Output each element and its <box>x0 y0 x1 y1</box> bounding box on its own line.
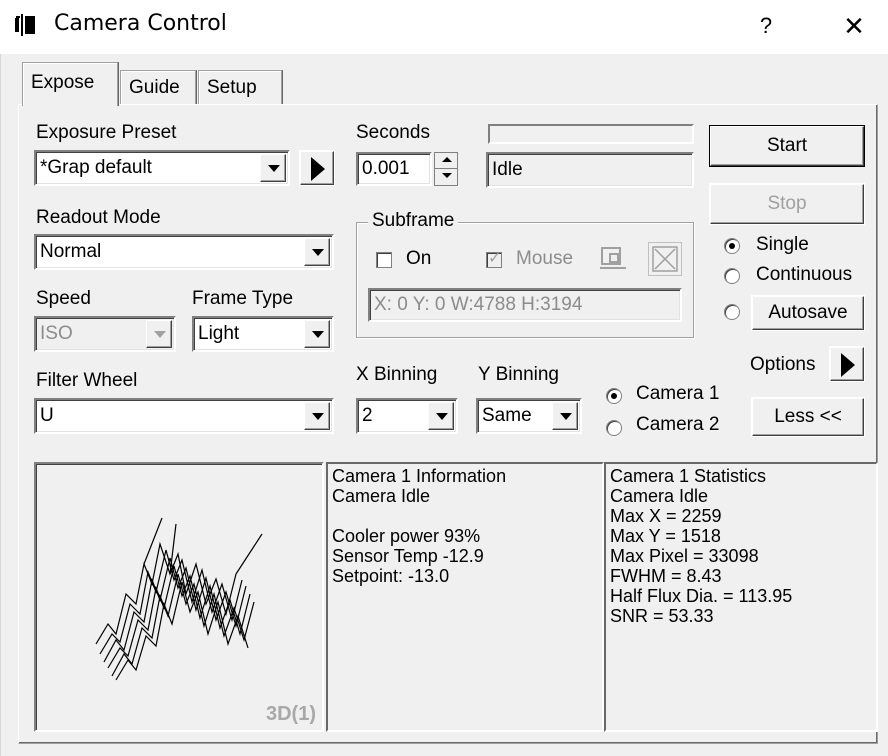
subframe-mouse-checkbox[interactable] <box>486 248 502 268</box>
frame-type-label: Frame Type <box>192 288 294 309</box>
stop-button[interactable]: Stop <box>710 184 864 224</box>
speed-value: ISO <box>40 323 73 344</box>
chevron-down-icon[interactable] <box>428 402 454 430</box>
chevron-down-icon[interactable] <box>304 238 330 266</box>
camera-app-icon <box>15 14 35 36</box>
info-line: Sensor Temp -12.9 <box>332 546 484 566</box>
y-binning-label: Y Binning <box>478 364 559 385</box>
chevron-down-icon[interactable] <box>260 154 286 182</box>
camera1-label: Camera 1 <box>636 383 720 404</box>
start-button[interactable]: Start <box>709 125 865 167</box>
camera2-radio[interactable] <box>606 420 622 436</box>
exposure-progress-bar <box>488 124 694 144</box>
chevron-down-icon[interactable] <box>304 402 330 430</box>
seconds-input[interactable]: 0.001 <box>356 152 432 186</box>
chevron-down-icon[interactable] <box>552 402 578 430</box>
speed-label: Speed <box>36 288 91 309</box>
camera1-radio[interactable] <box>606 388 622 404</box>
continuous-radio[interactable] <box>724 268 740 284</box>
tab-expose[interactable]: Expose <box>22 62 118 106</box>
continuous-label: Continuous <box>756 264 853 285</box>
info-line: Camera Idle <box>332 486 431 506</box>
help-button[interactable]: ? <box>748 8 784 44</box>
stats-line: Camera Idle <box>610 486 709 506</box>
seconds-label: Seconds <box>356 122 430 143</box>
exposure-preset-value: *Grap default <box>40 157 152 178</box>
info-line <box>332 506 598 526</box>
info-line: Setpoint: -13.0 <box>332 566 450 586</box>
camera-info-panel: Camera 1 Information Camera Idle Cooler … <box>326 462 604 732</box>
chevron-down-icon[interactable] <box>304 320 330 348</box>
options-label: Options <box>750 354 816 375</box>
single-label: Single <box>756 234 809 255</box>
filter-wheel-value: U <box>40 405 54 426</box>
x-binning-label: X Binning <box>356 364 438 385</box>
seconds-spinner[interactable] <box>434 152 458 186</box>
readout-mode-value: Normal <box>40 241 102 262</box>
preset-menu-button[interactable] <box>300 151 334 185</box>
full-frame-icon[interactable] <box>648 242 682 276</box>
spin-down-icon[interactable] <box>435 169 457 185</box>
stats-line: FWHM = 8.43 <box>610 566 722 586</box>
filter-wheel-label: Filter Wheel <box>36 370 138 391</box>
close-button[interactable]: ✕ <box>836 8 872 44</box>
star-profile-3d-graph <box>95 517 263 681</box>
autosave-radio[interactable] <box>724 304 740 320</box>
plot-mode-label: 3D(1) <box>265 703 316 725</box>
subframe-label: Subframe <box>368 210 459 232</box>
subframe-on-checkbox[interactable] <box>376 252 392 268</box>
tab-guide[interactable]: Guide <box>120 70 196 104</box>
info-title: Camera 1 Information <box>332 466 507 486</box>
window-title: Camera Control <box>54 11 227 36</box>
stats-title: Camera 1 Statistics <box>610 466 767 486</box>
select-region-icon[interactable] <box>598 244 630 274</box>
stats-line: Max Pixel = 33098 <box>610 546 759 566</box>
frame-type-dropdown[interactable]: Light <box>192 316 334 352</box>
star-3d-plot-panel: 3D(1) <box>34 462 324 732</box>
exposure-preset-label: Exposure Preset <box>36 122 177 143</box>
stats-line: SNR = 53.33 <box>610 606 714 626</box>
title-bar: Camera Control ? ✕ <box>0 0 888 54</box>
spin-up-icon[interactable] <box>435 153 457 169</box>
x-binning-dropdown[interactable]: 2 <box>356 398 458 434</box>
info-line: Cooler power 93% <box>332 526 481 546</box>
play-arrow-icon <box>311 157 325 181</box>
play-arrow-icon <box>841 353 855 377</box>
readout-mode-label: Readout Mode <box>36 207 161 228</box>
x-binning-value: 2 <box>362 405 373 426</box>
stats-line: Max Y = 1518 <box>610 526 721 546</box>
autosave-button[interactable]: Autosave <box>752 296 864 330</box>
subframe-mouse-label: Mouse <box>516 248 574 269</box>
subframe-coords-field: X: 0 Y: 0 W:4788 H:3194 <box>368 288 682 322</box>
stats-line: Max X = 2259 <box>610 506 722 526</box>
readout-mode-dropdown[interactable]: Normal <box>34 234 334 270</box>
less-button[interactable]: Less << <box>752 398 864 436</box>
speed-dropdown[interactable]: ISO <box>34 316 176 352</box>
tab-setup[interactable]: Setup <box>198 70 282 104</box>
chevron-down-icon[interactable] <box>146 320 172 348</box>
options-menu-button[interactable] <box>830 347 864 381</box>
single-radio[interactable] <box>724 238 740 254</box>
camera-stats-panel: Camera 1 Statistics Camera Idle Max X = … <box>604 462 878 732</box>
y-binning-value: Same <box>482 405 532 426</box>
y-binning-dropdown[interactable]: Same <box>476 398 582 434</box>
filter-wheel-dropdown[interactable]: U <box>34 398 334 434</box>
frame-type-value: Light <box>198 323 240 344</box>
exposure-preset-dropdown[interactable]: *Grap default <box>34 150 290 186</box>
camera2-label: Camera 2 <box>636 414 720 435</box>
status-field: Idle <box>486 152 694 188</box>
subframe-on-label: On <box>406 248 432 269</box>
stats-line: Half Flux Dia. = 113.95 <box>610 586 793 606</box>
